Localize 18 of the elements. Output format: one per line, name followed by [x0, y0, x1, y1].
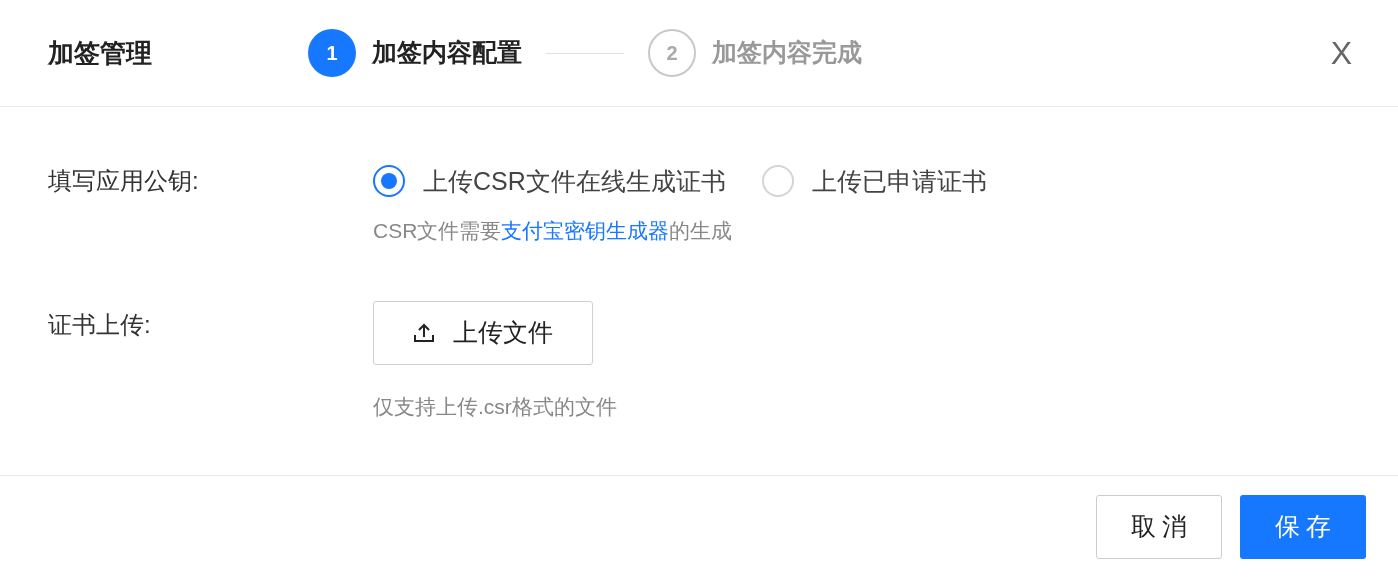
save-button[interactable]: 保 存 [1240, 495, 1366, 559]
hint-text: CSR文件需要支付宝密钥生成器的生成 [373, 218, 734, 244]
upload-button[interactable]: 上传文件 [373, 300, 593, 365]
step-label: 加签内容完成 [712, 37, 862, 69]
radio-option[interactable]: 上传已申请证书 [761, 163, 987, 199]
radio-icon[interactable] [373, 165, 405, 197]
radio-option[interactable]: 上传CSR文件在线生成证书 [373, 163, 726, 199]
dialog-title: 加签管理 [48, 36, 153, 70]
field-label: 证书上传: [48, 309, 152, 340]
field-label: 填写应用公钥: [48, 166, 200, 196]
generator-link[interactable]: 支付宝密钥生成器 [501, 219, 670, 242]
cancel-button[interactable]: 取 消 [1096, 495, 1222, 559]
step-label: 加签内容配置 [372, 37, 522, 69]
step-number: 2 [648, 29, 696, 77]
upload-icon [413, 322, 435, 343]
hint-text: 仅支持上传.csr格式的文件 [373, 393, 617, 420]
close-button[interactable]: X [1324, 37, 1358, 69]
step-number: 1 [308, 29, 356, 77]
